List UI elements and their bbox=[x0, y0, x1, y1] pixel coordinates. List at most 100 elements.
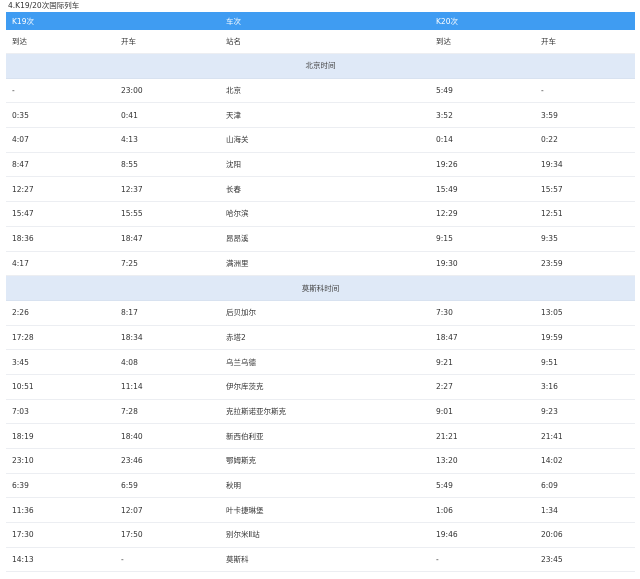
cell-arrive-k19: 18:19 bbox=[12, 431, 34, 441]
cell-depart-k20: 19:34 bbox=[541, 160, 563, 170]
cell-arrive-k19: 12:27 bbox=[12, 184, 34, 194]
cell-arrive-k19: 14:13 bbox=[12, 555, 34, 565]
cell-depart-k19: 7:25 bbox=[121, 258, 138, 268]
cell-depart-k19: 6:59 bbox=[121, 481, 138, 491]
cell-depart-k20: 15:57 bbox=[541, 184, 563, 194]
table-row: 4:17 7:25 满洲里 19:30 23:59 bbox=[6, 251, 635, 277]
cell-station: 别尔米Ⅱ站 bbox=[226, 530, 260, 540]
cell-arrive-k20: 5:49 bbox=[436, 481, 453, 491]
table-row: 12:27 12:37 长春 15:49 15:57 bbox=[6, 177, 635, 203]
cell-arrive-k19: 4:07 bbox=[12, 135, 29, 145]
cell-depart-k19: - bbox=[121, 555, 124, 565]
table-row: 15:47 15:55 哈尔滨 12:29 12:51 bbox=[6, 202, 635, 227]
cell-depart-k20: 13:05 bbox=[541, 308, 563, 318]
cell-depart-k20: 9:35 bbox=[541, 234, 558, 244]
cell-arrive-k20: 19:46 bbox=[436, 530, 458, 540]
cell-arrive-k19: - bbox=[12, 86, 15, 96]
page: 4.K19/20次国际列车 K19次 车次 K20次 到达 开车 站名 到达 开… bbox=[0, 0, 640, 579]
cell-depart-k20: 23:45 bbox=[541, 555, 563, 565]
cell-depart-k19: 23:00 bbox=[121, 86, 143, 96]
cell-station: 伊尔库茨克 bbox=[226, 382, 264, 392]
cell-depart-k19: 12:37 bbox=[121, 184, 143, 194]
table-row: 3:45 4:08 乌兰乌德 9:21 9:51 bbox=[6, 350, 635, 375]
cell-station: 山海关 bbox=[226, 135, 249, 145]
cell-arrive-k20: 19:30 bbox=[436, 258, 458, 268]
cell-arrive-k20: 9:21 bbox=[436, 357, 453, 367]
header-k20: K20次 bbox=[436, 16, 458, 26]
cell-depart-k19: 11:14 bbox=[121, 382, 143, 392]
timetable: K19次 车次 K20次 到达 开车 站名 到达 开车 北京时间 - 23:00 北京… bbox=[6, 12, 635, 573]
cell-arrive-k20: 13:20 bbox=[436, 456, 458, 466]
cell-arrive-k20: 7:30 bbox=[436, 308, 453, 318]
cell-arrive-k20: 1:06 bbox=[436, 505, 453, 515]
cell-arrive-k20: 15:49 bbox=[436, 184, 458, 194]
table-body: 北京时间 -23:00 北京 5:49-0:35 0:41 天津 3:52 3:59 4:07 4… bbox=[6, 54, 635, 573]
subheader-depart-k20: 开车 bbox=[541, 37, 556, 46]
cell-depart-k19: 23:46 bbox=[121, 456, 143, 466]
cell-depart-k20: 23:59 bbox=[541, 258, 563, 268]
table-row: 18:36 18:47 昂昂溪 9:15 9:35 bbox=[6, 226, 635, 252]
cell-arrive-k19: 17:30 bbox=[12, 530, 34, 540]
table-row: - 23:00 北京 5:49 - bbox=[6, 78, 635, 104]
cell-arrive-k19: 15:47 bbox=[12, 209, 34, 219]
table-row: 7:03 7:28 克拉斯诺亚尔斯克 9:01 9:23 bbox=[6, 399, 635, 425]
section-title: 北京时间 bbox=[305, 61, 336, 71]
cell-depart-k19: 17:50 bbox=[121, 530, 143, 540]
cell-arrive-k19: 17:28 bbox=[12, 332, 34, 342]
cell-arrive-k19: 23:10 bbox=[12, 456, 34, 466]
cell-depart-k20: 14:02 bbox=[541, 456, 563, 466]
cell-station: 赤塔2 bbox=[226, 332, 246, 342]
table-row: 8:47 8:55 沈阳 19:26 19:34 bbox=[6, 152, 635, 178]
subheader-arrive-k20: 到达 bbox=[436, 37, 451, 46]
cell-arrive-k20: 21:21 bbox=[436, 431, 458, 441]
section-title: 莫斯科时间 bbox=[301, 283, 340, 293]
cell-depart-k19: 18:47 bbox=[121, 234, 143, 244]
table-row: 23:10 23:46 鄂姆斯克 13:20 14:02 bbox=[6, 449, 635, 474]
cell-station: 满洲里 bbox=[226, 258, 249, 268]
cell-depart-k20: 6:09 bbox=[541, 481, 558, 491]
cell-depart-k19: 4:08 bbox=[121, 357, 138, 367]
cell-depart-k19: 8:17 bbox=[121, 308, 138, 318]
cell-depart-k20: 12:51 bbox=[541, 209, 563, 219]
table-row: 4:07 4:13 山海关 0:14 0:22 bbox=[6, 128, 635, 153]
table-row: 17:28 18:34 赤塔2 18:47 19:59 bbox=[6, 325, 635, 351]
subheader-station: 站名 bbox=[226, 37, 241, 46]
cell-arrive-k19: 2:26 bbox=[12, 308, 29, 318]
cell-arrive-k20: - bbox=[436, 555, 439, 565]
cell-station: 天津 bbox=[226, 110, 241, 120]
table-row: 0:35 0:41 天津 3:52 3:59 bbox=[6, 103, 635, 129]
table-row: 18:19 18:40 新西伯利亚 21:21 21:41 bbox=[6, 424, 635, 449]
cell-arrive-k20: 9:01 bbox=[436, 406, 453, 416]
table-row: 17:30 17:50 别尔米Ⅱ站 19:46 20:06 bbox=[6, 523, 635, 548]
cell-arrive-k19: 4:17 bbox=[12, 258, 29, 268]
cell-depart-k20: 0:22 bbox=[541, 135, 558, 145]
table-row: 14:13 - 莫斯科 - 23:45 bbox=[6, 547, 635, 573]
cell-arrive-k20: 12:29 bbox=[436, 209, 458, 219]
section-row: 北京时间 bbox=[6, 54, 635, 79]
cell-depart-k20: 1:34 bbox=[541, 505, 558, 515]
table-header-row: K19次 车次 K20次 bbox=[6, 12, 635, 30]
cell-depart-k19: 7:28 bbox=[121, 406, 138, 416]
cell-depart-k20: 3:16 bbox=[541, 382, 558, 392]
cell-depart-k20: 9:23 bbox=[541, 406, 558, 416]
cell-arrive-k19: 10:51 bbox=[12, 382, 34, 392]
cell-station: 克拉斯诺亚尔斯克 bbox=[226, 406, 286, 416]
cell-arrive-k20: 2:27 bbox=[436, 382, 453, 392]
cell-depart-k20: - bbox=[541, 86, 544, 96]
cell-station: 北京 bbox=[226, 86, 241, 96]
cell-arrive-k20: 19:26 bbox=[436, 160, 458, 170]
cell-station: 乌兰乌德 bbox=[226, 357, 256, 367]
cell-depart-k20: 3:59 bbox=[541, 110, 558, 120]
cell-depart-k20: 19:59 bbox=[541, 332, 563, 342]
header-k19: K19次 bbox=[12, 16, 34, 26]
cell-depart-k19: 8:55 bbox=[121, 160, 138, 170]
cell-station: 后贝加尔 bbox=[226, 308, 256, 318]
cell-station: 沈阳 bbox=[226, 160, 241, 170]
cell-arrive-k20: 0:14 bbox=[436, 135, 453, 145]
subheader-depart-k19: 开车 bbox=[121, 37, 136, 46]
cell-depart-k19: 0:41 bbox=[121, 110, 138, 120]
cell-station: 新西伯利亚 bbox=[226, 431, 264, 441]
cell-arrive-k19: 0:35 bbox=[12, 110, 29, 120]
cell-depart-k20: 20:06 bbox=[541, 530, 563, 540]
cell-depart-k20: 21:41 bbox=[541, 431, 563, 441]
